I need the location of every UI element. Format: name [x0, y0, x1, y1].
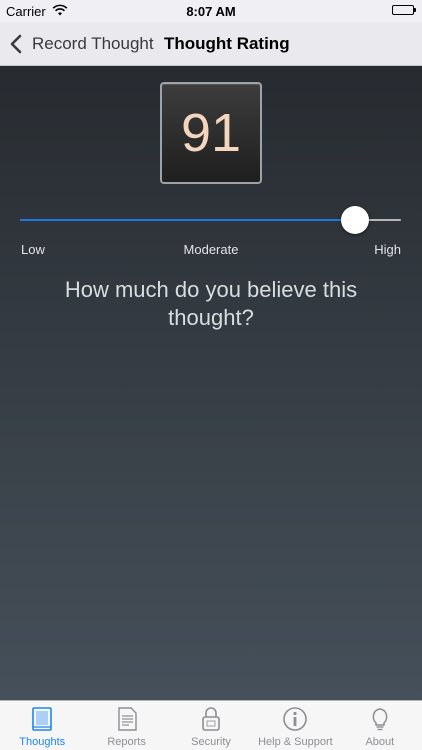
page-title: Thought Rating	[164, 34, 290, 53]
tab-thoughts[interactable]: Thoughts	[0, 701, 84, 750]
slider-fill	[20, 219, 356, 221]
tab-about[interactable]: About	[338, 701, 422, 750]
question-text: How much do you believe this thought?	[64, 277, 358, 330]
belief-rating-slider[interactable]	[20, 206, 401, 234]
tab-label: Help & Support	[258, 736, 333, 748]
back-button[interactable]: Record Thought	[8, 22, 154, 66]
tab-label: Security	[191, 736, 231, 748]
slider-label-high: High	[374, 242, 401, 257]
chevron-left-icon	[10, 34, 22, 54]
tab-label: Reports	[107, 736, 146, 748]
rating-value-display: 91	[160, 82, 262, 184]
lightbulb-icon	[372, 708, 388, 731]
tab-label: About	[365, 736, 395, 748]
tab-label: Thoughts	[19, 736, 66, 748]
slider-thumb[interactable]	[341, 206, 370, 234]
status-bar: Carrier 8:07 AM	[0, 0, 422, 22]
tab-security[interactable]: Security	[169, 701, 253, 750]
tab-bar: Thoughts Reports Security Help & Support	[0, 700, 422, 750]
navigation-bar: Record Thought Thought Rating	[0, 22, 422, 66]
status-time: 8:07 AM	[186, 4, 236, 19]
book-icon	[32, 707, 53, 731]
info-icon	[283, 707, 308, 731]
back-button-label: Record Thought	[32, 34, 154, 53]
document-icon	[117, 707, 137, 731]
tab-help-support[interactable]: Help & Support	[253, 701, 337, 750]
slider-label-moderate: Moderate	[183, 242, 239, 257]
tab-reports[interactable]: Reports	[84, 701, 168, 750]
rating-content: 91 Low Moderate High How much do you bel…	[0, 66, 422, 700]
battery-icon	[392, 5, 416, 15]
lock-icon	[202, 707, 220, 731]
